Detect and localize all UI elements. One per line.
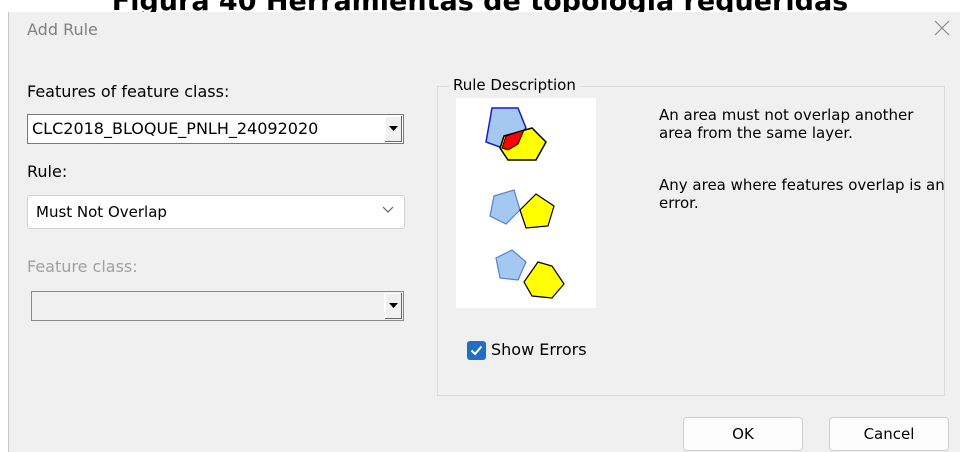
close-button[interactable] — [925, 12, 959, 44]
features-label: Features of feature class: — [27, 82, 230, 101]
feature-class-label: Feature class: — [27, 257, 138, 276]
show-errors-label[interactable]: Show Errors — [491, 340, 587, 359]
close-icon — [934, 20, 950, 36]
cancel-button[interactable]: Cancel — [829, 417, 949, 451]
rule-label: Rule: — [27, 162, 68, 181]
feature-class-combo[interactable] — [31, 291, 404, 321]
dropdown-arrow-icon — [389, 126, 398, 131]
features-dropdown-button[interactable] — [384, 116, 402, 142]
page: Figura 40 Herramientas de topología requ… — [0, 0, 960, 452]
polygon-overlap-diagram-icon — [485, 107, 565, 299]
rule-description-text-2: Any area where features overlap is an er… — [659, 176, 945, 212]
features-combo-value: CLC2018_BLOQUE_PNLH_24092020 — [32, 119, 319, 138]
rule-combo-value: Must Not Overlap — [36, 203, 167, 221]
rule-combo[interactable]: Must Not Overlap — [27, 195, 405, 229]
chevron-down-icon — [382, 206, 394, 213]
dropdown-arrow-icon — [389, 303, 398, 308]
feature-class-dropdown-button[interactable] — [384, 293, 402, 319]
dialog-title: Add Rule — [27, 20, 98, 39]
rule-description-text-1: An area must not overlap another area fr… — [659, 106, 914, 142]
ok-button[interactable]: OK — [683, 417, 803, 451]
checkmark-icon — [470, 345, 483, 356]
add-rule-dialog: Add Rule Features of feature class: CLC2… — [8, 12, 960, 452]
features-combo[interactable]: CLC2018_BLOQUE_PNLH_24092020 — [27, 114, 404, 144]
rule-illustration — [456, 98, 596, 308]
show-errors-checkbox[interactable] — [467, 341, 486, 360]
rule-description-legend: Rule Description — [449, 76, 580, 94]
